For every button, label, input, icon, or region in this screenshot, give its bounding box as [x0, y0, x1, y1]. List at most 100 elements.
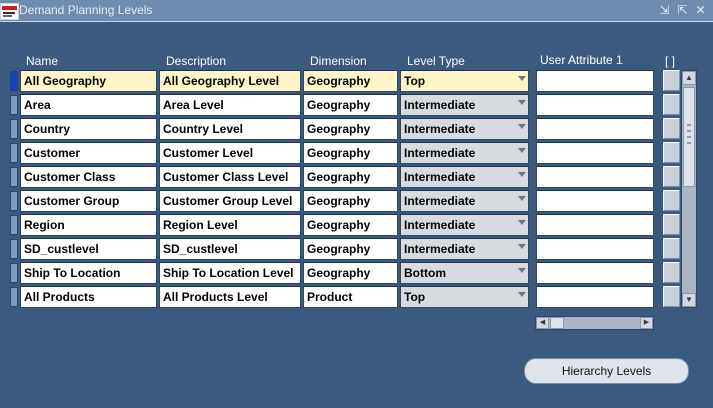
user-attribute-1-field[interactable]: [536, 286, 654, 308]
chevron-down-icon[interactable]: [518, 220, 526, 225]
chevron-down-icon[interactable]: [518, 172, 526, 177]
name-cell[interactable]: Customer: [20, 142, 157, 164]
description-cell[interactable]: Customer Group Level: [159, 190, 301, 212]
level-type-select[interactable]: Intermediate: [400, 238, 529, 260]
chevron-down-icon[interactable]: [518, 148, 526, 153]
row-descriptive-flexfield-button[interactable]: [663, 238, 680, 259]
scroll-thumb[interactable]: [683, 87, 695, 187]
vertical-scrollbar[interactable]: ▲ ▼: [681, 70, 697, 308]
user-attribute-1-field[interactable]: [536, 142, 654, 164]
dimension-cell[interactable]: Geography: [303, 262, 398, 284]
name-cell[interactable]: Area: [20, 94, 157, 116]
row-selector[interactable]: [10, 191, 18, 211]
row-descriptive-flexfield-button[interactable]: [663, 166, 680, 187]
row-descriptive-flexfield-button[interactable]: [663, 214, 680, 235]
name-cell[interactable]: Country: [20, 118, 157, 140]
horizontal-scroll-thumb[interactable]: [550, 317, 564, 329]
row-descriptive-flexfield-button[interactable]: [663, 70, 680, 91]
level-type-select[interactable]: Top: [400, 70, 529, 92]
user-attribute-1-field[interactable]: [536, 190, 654, 212]
row-selector[interactable]: [10, 167, 18, 187]
hierarchy-levels-button[interactable]: Hierarchy Levels: [524, 358, 689, 384]
description-cell[interactable]: Ship To Location Level: [159, 262, 301, 284]
level-type-select[interactable]: Bottom: [400, 262, 529, 284]
row-selector[interactable]: [10, 71, 18, 91]
user-attribute-1-field[interactable]: [536, 238, 654, 260]
level-type-select[interactable]: Intermediate: [400, 94, 529, 116]
row-selector[interactable]: [10, 119, 18, 139]
dimension-cell[interactable]: Geography: [303, 94, 398, 116]
name-cell[interactable]: SD_custlevel: [20, 238, 157, 260]
close-icon[interactable]: ✕: [694, 2, 707, 18]
level-type-select[interactable]: Intermediate: [400, 166, 529, 188]
column-header-extra: [ ]: [665, 54, 676, 68]
description-cell[interactable]: Country Level: [159, 118, 301, 140]
level-type-select[interactable]: Intermediate: [400, 118, 529, 140]
name-cell[interactable]: Customer Class: [20, 166, 157, 188]
chevron-down-icon[interactable]: [518, 292, 526, 297]
row-descriptive-flexfield-button[interactable]: [663, 190, 680, 211]
description-cell[interactable]: All Products Level: [159, 286, 301, 308]
dimension-cell[interactable]: Geography: [303, 238, 398, 260]
row-descriptive-flexfield-button[interactable]: [663, 142, 680, 163]
chevron-down-icon[interactable]: [518, 244, 526, 249]
row-selector[interactable]: [10, 239, 18, 259]
horizontal-scrollbar[interactable]: ◀ ▶: [535, 316, 654, 330]
chevron-down-icon[interactable]: [518, 196, 526, 201]
chevron-down-icon[interactable]: [518, 268, 526, 273]
dimension-cell[interactable]: Geography: [303, 142, 398, 164]
row-descriptive-flexfield-button[interactable]: [663, 118, 680, 139]
row-descriptive-flexfield-button[interactable]: [663, 94, 680, 115]
chevron-down-icon[interactable]: [518, 124, 526, 129]
scroll-right-arrow-icon[interactable]: ▶: [640, 317, 653, 329]
user-attribute-1-field[interactable]: [536, 166, 654, 188]
row-selector[interactable]: [10, 287, 18, 307]
scroll-up-arrow-icon[interactable]: ▲: [682, 71, 696, 85]
name-cell[interactable]: Customer Group: [20, 190, 157, 212]
user-attribute-1-field[interactable]: [536, 214, 654, 236]
description-cell[interactable]: SD_custlevel: [159, 238, 301, 260]
user-attribute-1-field[interactable]: [536, 262, 654, 284]
dimension-cell[interactable]: Product: [303, 286, 398, 308]
row-selector[interactable]: [10, 215, 18, 235]
name-cell[interactable]: All Geography: [20, 70, 157, 92]
user-attribute-1-field[interactable]: [536, 118, 654, 140]
title-bar: Demand Planning Levels ⇲ ⇱ ✕: [0, 0, 713, 22]
level-type-value: Top: [404, 290, 426, 304]
name-cell[interactable]: Ship To Location: [20, 262, 157, 284]
level-type-select[interactable]: Top: [400, 286, 529, 308]
level-type-select[interactable]: Intermediate: [400, 142, 529, 164]
name-cell[interactable]: Region: [20, 214, 157, 236]
level-type-value: Intermediate: [404, 146, 476, 160]
row-descriptive-flexfield-button[interactable]: [663, 262, 680, 283]
dimension-cell[interactable]: Geography: [303, 118, 398, 140]
scroll-left-arrow-icon[interactable]: ◀: [536, 317, 549, 329]
column-header-dimension: Dimension: [310, 54, 367, 68]
dimension-cell[interactable]: Geography: [303, 190, 398, 212]
level-type-value: Intermediate: [404, 122, 476, 136]
name-cell[interactable]: All Products: [20, 286, 157, 308]
row-selector[interactable]: [10, 263, 18, 283]
minimize-icon[interactable]: ⇲: [658, 2, 671, 18]
dimension-cell[interactable]: Geography: [303, 214, 398, 236]
demand-planning-levels-window: Demand Planning Levels ⇲ ⇱ ✕ Name Descri…: [0, 0, 713, 408]
scroll-down-arrow-icon[interactable]: ▼: [682, 293, 696, 307]
user-attribute-1-field[interactable]: [536, 94, 654, 116]
row-descriptive-flexfield-button[interactable]: [663, 286, 680, 307]
row-selector[interactable]: [10, 143, 18, 163]
chevron-down-icon[interactable]: [518, 76, 526, 81]
dimension-cell[interactable]: Geography: [303, 70, 398, 92]
dimension-cell[interactable]: Geography: [303, 166, 398, 188]
user-attribute-1-field[interactable]: [536, 70, 654, 92]
chevron-down-icon[interactable]: [518, 100, 526, 105]
row-selector[interactable]: [10, 95, 18, 115]
description-cell[interactable]: All Geography Level: [159, 70, 301, 92]
maximize-icon[interactable]: ⇱: [676, 2, 689, 18]
level-type-select[interactable]: Intermediate: [400, 214, 529, 236]
description-cell[interactable]: Area Level: [159, 94, 301, 116]
description-cell[interactable]: Region Level: [159, 214, 301, 236]
level-type-select[interactable]: Intermediate: [400, 190, 529, 212]
column-header-description: Description: [166, 54, 227, 68]
description-cell[interactable]: Customer Level: [159, 142, 301, 164]
description-cell[interactable]: Customer Class Level: [159, 166, 301, 188]
